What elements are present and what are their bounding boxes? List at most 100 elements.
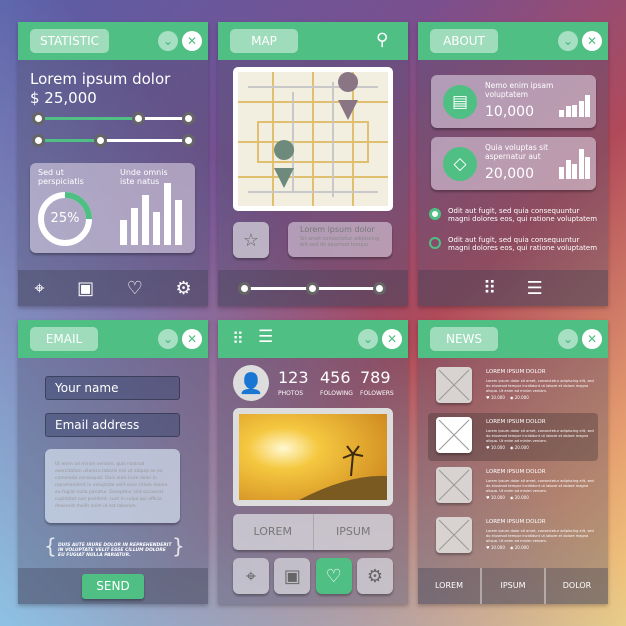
panel-header: STATISTIC ⌄ ✕ [18,22,208,60]
location-pin-icon[interactable]: ⌖ [233,558,269,594]
gear-icon[interactable]: ⚙ [356,558,393,594]
news-title: LOREM IPSUM DOLOR [486,419,546,425]
email-input[interactable]: Email address [45,413,180,437]
ipsum-button[interactable]: IPSUM [313,514,393,550]
views-count: 20.000 [514,445,529,450]
list-icon[interactable]: ☰ [258,327,273,347]
toolbar: ⌖ ▣ ♡ ⚙ [18,270,208,306]
bar [142,195,149,245]
statistic-panel: STATISTIC ⌄ ✕ Lorem ipsum dolor $ 25,000… [18,22,208,306]
mini-bar-chart [559,95,591,117]
name-input[interactable]: Your name [45,376,180,400]
search-icon[interactable]: ⚲ [376,30,388,50]
avatar[interactable]: 👤 [233,365,269,401]
slider-handle[interactable] [32,112,45,125]
notepad-icon: ▤ [443,85,477,119]
map-slider[interactable] [238,282,386,295]
sunset-photo [239,414,387,500]
toolbar [218,270,408,306]
radio-option-1[interactable] [429,208,441,220]
eye-icon: ◉ [509,445,514,450]
email-panel: EMAIL ⌄ ✕ Your name Email address Ut eni… [18,320,208,604]
news-text: Lorem ipsum dolor sit amet, consectetur … [486,529,594,543]
photo-frame[interactable] [233,408,393,506]
tab-about[interactable]: ABOUT [430,29,498,53]
news-tab-lorem[interactable]: LOREM [418,568,482,604]
range-slider-2[interactable] [32,134,195,147]
list-icon[interactable]: ☰ [527,278,543,299]
radio-option-2[interactable] [429,237,441,249]
brace-right: } [172,534,185,558]
range-slider-1[interactable] [32,112,195,125]
news-tab-ipsum[interactable]: IPSUM [482,568,546,604]
news-tab-dolor[interactable]: DOLOR [546,568,608,604]
heart-icon: ♥ [486,545,490,550]
camera-icon[interactable]: ▣ [77,278,94,299]
lorem-button[interactable]: LOREM [233,514,314,550]
tab-news[interactable]: NEWS [430,327,498,351]
slider-handle[interactable] [182,112,195,125]
option-text: Odit aut fugit, sed quia consequuntur ma… [448,207,598,223]
heart-icon: ♥ [486,395,490,400]
slider-handle[interactable] [182,134,195,147]
bubble-text: Sit amet consectetur adipiscing elit sed… [300,236,380,248]
tab-map[interactable]: MAP [230,29,298,53]
message-textarea[interactable]: Ut enim ad minim veniam, quis nostrud ex… [45,449,180,523]
stat-value: 20,000 [485,166,534,182]
bar [578,100,584,117]
close-icon[interactable]: ✕ [182,329,202,349]
map-panel: MAP ⚲ ☆ Lorem ipsum dolor Sit amet conse… [218,22,408,306]
chevron-down-icon[interactable]: ⌄ [558,329,578,349]
bubble-title: Lorem ipsum dolor [300,225,375,234]
tab-email[interactable]: EMAIL [30,327,98,351]
image-placeholder-icon [436,367,472,403]
tab-statistic[interactable]: STATISTIC [30,29,110,53]
camera-icon[interactable]: ▣ [274,558,311,594]
news-title: LOREM IPSUM DOLOR [486,369,546,375]
about-panel: ABOUT ⌄ ✕ ▤ Nemo enim ipsam voluptatem 1… [418,22,608,306]
heart-icon[interactable]: ♡ [315,558,352,594]
bar [572,104,577,117]
image-placeholder-icon [436,417,472,453]
slider-handle[interactable] [132,112,145,125]
bar-chart [120,183,190,245]
following-count: 456 [320,368,351,387]
bar [565,106,571,117]
close-icon[interactable]: ✕ [582,329,602,349]
gear-icon[interactable]: ⚙ [176,278,192,299]
grid-icon[interactable]: ⠿ [232,329,244,348]
location-pin-icon[interactable]: ⌖ [34,278,44,299]
heart-icon[interactable]: ♡ [127,278,143,299]
grid-icon[interactable]: ⠿ [483,278,496,299]
news-title: LOREM IPSUM DOLOR [486,469,546,475]
close-icon[interactable]: ✕ [382,329,402,349]
eye-icon: ◉ [509,395,514,400]
views-count: 20.000 [514,495,529,500]
likes-count: 10.000 [490,445,505,450]
bar [164,183,171,245]
photos-label: PHOTOS [278,390,304,397]
likes-count: 10.000 [490,395,505,400]
slider-handle[interactable] [94,134,107,147]
chevron-down-icon[interactable]: ⌄ [158,31,178,51]
chevron-down-icon[interactable]: ⌄ [158,329,178,349]
send-button[interactable]: SEND [82,573,144,599]
star-icon[interactable]: ☆ [233,222,269,258]
eye-icon: ◉ [509,495,514,500]
photos-count: 123 [278,368,309,387]
chevron-down-icon[interactable]: ⌄ [558,31,578,51]
news-text: Lorem ipsum dolor sit amet, consectetur … [486,379,594,393]
eye-icon: ◉ [509,545,514,550]
bar [578,149,584,179]
news-panel: NEWS ⌄ ✕ LOREM IPSUM DOLOR Lorem ipsum d… [418,320,608,604]
bar [120,220,127,245]
close-icon[interactable]: ✕ [582,31,602,51]
slider-handle[interactable] [32,134,45,147]
bar [585,156,590,179]
info-bubble: Lorem ipsum dolor Sit amet consectetur a… [288,222,392,257]
close-icon[interactable]: ✕ [182,31,202,51]
map-view[interactable] [233,67,393,211]
followers-count: 789 [360,368,391,387]
chevron-down-icon[interactable]: ⌄ [358,329,378,349]
stat-card: Sed ut perspiciatis Unde omnis iste natu… [30,163,195,253]
